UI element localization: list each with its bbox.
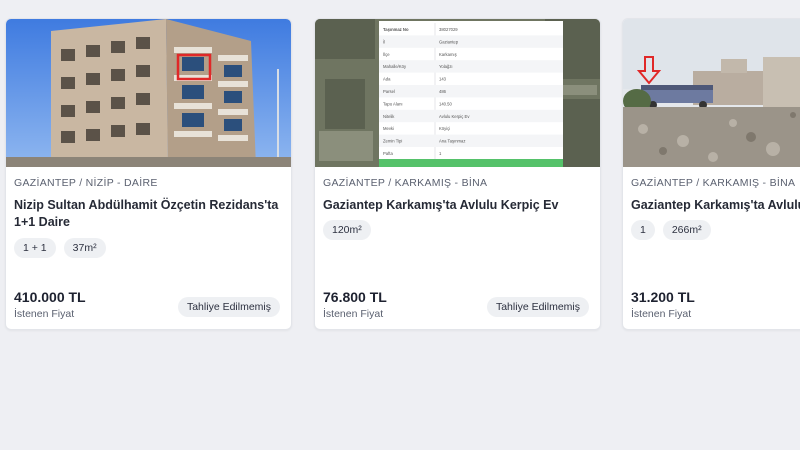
listing-card[interactable]: GAZİANTEP / NİZİP - DAİRE Nizip Sultan A… [5, 18, 292, 330]
parcel-field-value: Köyiçi [439, 126, 450, 131]
parcel-field-label: Nitelik [383, 114, 395, 119]
parcel-field-label: Pafta [383, 151, 393, 156]
parcel-field-value: Gaziantep [439, 39, 459, 44]
parcel-field-value: 140.50 [439, 101, 452, 106]
parcel-field-label: İl [383, 39, 385, 44]
parcel-field-value: Yolağzı [439, 64, 453, 69]
parcel-field-value: 38027029 [439, 27, 458, 32]
listing-price: 410.000 TL [14, 289, 86, 305]
parcel-table-row [379, 85, 563, 98]
room-count-chip: 1 [631, 220, 655, 240]
price-label: İstenen Fiyat [14, 308, 75, 320]
listing-card[interactable]: GAZİANTEP / KARKAMIŞ - BİNA Gaziantep Ka… [622, 18, 800, 330]
parcel-field-value: 143 [439, 77, 447, 82]
listing-features: 1 + 1 37m² [14, 238, 106, 258]
listing-grid: GAZİANTEP / NİZİP - DAİRE Nizip Sultan A… [0, 0, 800, 450]
listing-card[interactable]: Taşınmaz No 38027029 İl Gaziantep İlçe Karkam… [314, 18, 601, 330]
status-badge: Tahliye Edilmemiş [486, 297, 589, 317]
listing-category: GAZİANTEP / KARKAMIŞ - BİNA [323, 177, 488, 189]
parcel-table-row [379, 109, 563, 123]
listing-category: GAZİANTEP / KARKAMIŞ - BİNA [631, 177, 796, 189]
parcel-field-label: Tapu Alanı [383, 101, 403, 106]
listing-price: 31.200 TL [631, 289, 695, 305]
listing-photo[interactable] [6, 19, 291, 167]
parcel-table-row [379, 60, 563, 73]
price-label: İstenen Fiyat [631, 308, 692, 320]
parcel-field-label: İlçe [383, 52, 390, 57]
parcel-field-label: Ada [383, 77, 391, 82]
parcel-field-label: Zemin Tipi [383, 139, 402, 144]
area-chip: 266m² [662, 220, 711, 240]
parcel-field-value: Karkamış [439, 52, 457, 57]
parcel-field-label: Taşınmaz No [383, 27, 409, 32]
listing-photo[interactable] [623, 19, 800, 167]
parcel-field-value: 486 [439, 89, 447, 94]
listing-features: 120m² [323, 220, 371, 240]
parcel-table-row [379, 134, 563, 147]
listing-photo[interactable]: Taşınmaz No 38027029 İl Gaziantep İlçe Karkam… [315, 19, 600, 167]
parcel-field-label: Mevki [383, 126, 394, 131]
area-chip: 37m² [63, 238, 106, 258]
listing-category: GAZİANTEP / NİZİP - DAİRE [14, 177, 158, 189]
listing-title[interactable]: Gaziantep Karkamış'ta Avlulu Ke [631, 197, 800, 214]
area-chip: 120m² [323, 220, 371, 240]
room-count-chip: 1 + 1 [14, 238, 56, 258]
status-badge: Tahliye Edilmemiş [177, 297, 280, 317]
listing-features: 1 266m² [631, 220, 711, 240]
listing-title[interactable]: Gaziantep Karkamış'ta Avlulu Kerpiç Ev [323, 197, 595, 214]
parcel-field-label: Parsel [383, 89, 395, 94]
parcel-table-row [379, 35, 563, 48]
parcel-field-label: Mahalle/Köy [383, 64, 407, 69]
listing-price: 76.800 TL [323, 289, 387, 305]
price-label: İstenen Fiyat [323, 308, 384, 320]
listing-title[interactable]: Nizip Sultan Abdülhamit Özçetin Rezidans… [14, 197, 286, 231]
parcel-field-value: Ana Taşınmaz [439, 139, 465, 144]
parcel-field-value: Avlulu Kerpiç Ev [439, 114, 470, 119]
